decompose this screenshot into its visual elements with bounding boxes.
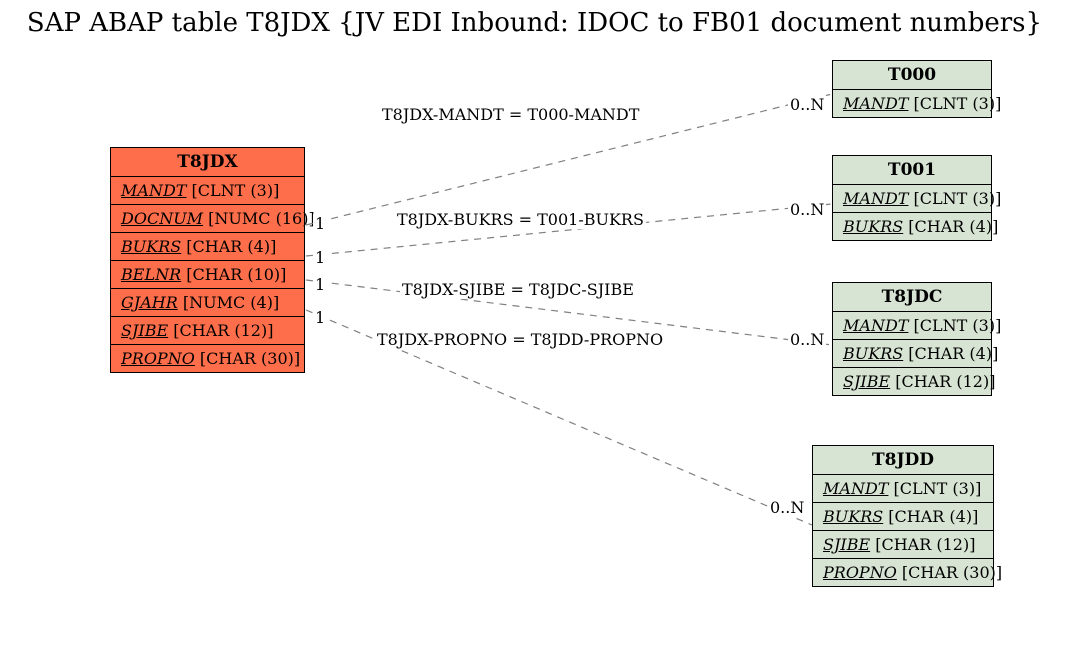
table-row: MANDT [CLNT (3)] [813,475,993,503]
table-header: T000 [833,61,991,90]
table-row: BUKRS [CHAR (4)] [833,340,991,368]
table-row: BELNR [CHAR (10)] [111,261,304,289]
cardinality-src: 1 [313,248,327,267]
table-row: MANDT [CLNT (3)] [833,185,991,213]
cardinality-dst: 0..N [788,200,826,219]
table-header: T8JDD [813,446,993,475]
edge-label: T8JDX-BUKRS = T001-BUKRS [395,210,646,229]
table-row: PROPNO [CHAR (30)] [111,345,304,372]
edge-label: T8JDX-MANDT = T000-MANDT [380,105,641,124]
table-t8jdd: T8JDD MANDT [CLNT (3)] BUKRS [CHAR (4)] … [812,445,994,587]
table-row: DOCNUM [NUMC (16)] [111,205,304,233]
table-row: MANDT [CLNT (3)] [833,312,991,340]
table-t8jdx: T8JDX MANDT [CLNT (3)] DOCNUM [NUMC (16)… [110,147,305,373]
cardinality-dst: 0..N [788,95,826,114]
table-row: MANDT [CLNT (3)] [833,90,991,117]
page-title: SAP ABAP table T8JDX {JV EDI Inbound: ID… [0,8,1069,38]
table-row: BUKRS [CHAR (4)] [813,503,993,531]
table-row: MANDT [CLNT (3)] [111,177,304,205]
cardinality-dst: 0..N [788,330,826,349]
cardinality-dst: 0..N [768,498,806,517]
cardinality-src: 1 [313,308,327,327]
edge-label: T8JDX-PROPNO = T8JDD-PROPNO [375,330,665,349]
table-t8jdc: T8JDC MANDT [CLNT (3)] BUKRS [CHAR (4)] … [832,282,992,396]
table-header: T001 [833,156,991,185]
table-header: T8JDC [833,283,991,312]
table-row: SJIBE [CHAR (12)] [833,368,991,395]
cardinality-src: 1 [313,214,327,233]
table-t001: T001 MANDT [CLNT (3)] BUKRS [CHAR (4)] [832,155,992,241]
cardinality-src: 1 [313,275,327,294]
table-row: GJAHR [NUMC (4)] [111,289,304,317]
table-row: BUKRS [CHAR (4)] [833,213,991,240]
table-t000: T000 MANDT [CLNT (3)] [832,60,992,118]
table-row: BUKRS [CHAR (4)] [111,233,304,261]
table-header: T8JDX [111,148,304,177]
edge-label: T8JDX-SJIBE = T8JDC-SJIBE [400,280,636,299]
table-row: PROPNO [CHAR (30)] [813,559,993,586]
table-row: SJIBE [CHAR (12)] [111,317,304,345]
table-row: SJIBE [CHAR (12)] [813,531,993,559]
